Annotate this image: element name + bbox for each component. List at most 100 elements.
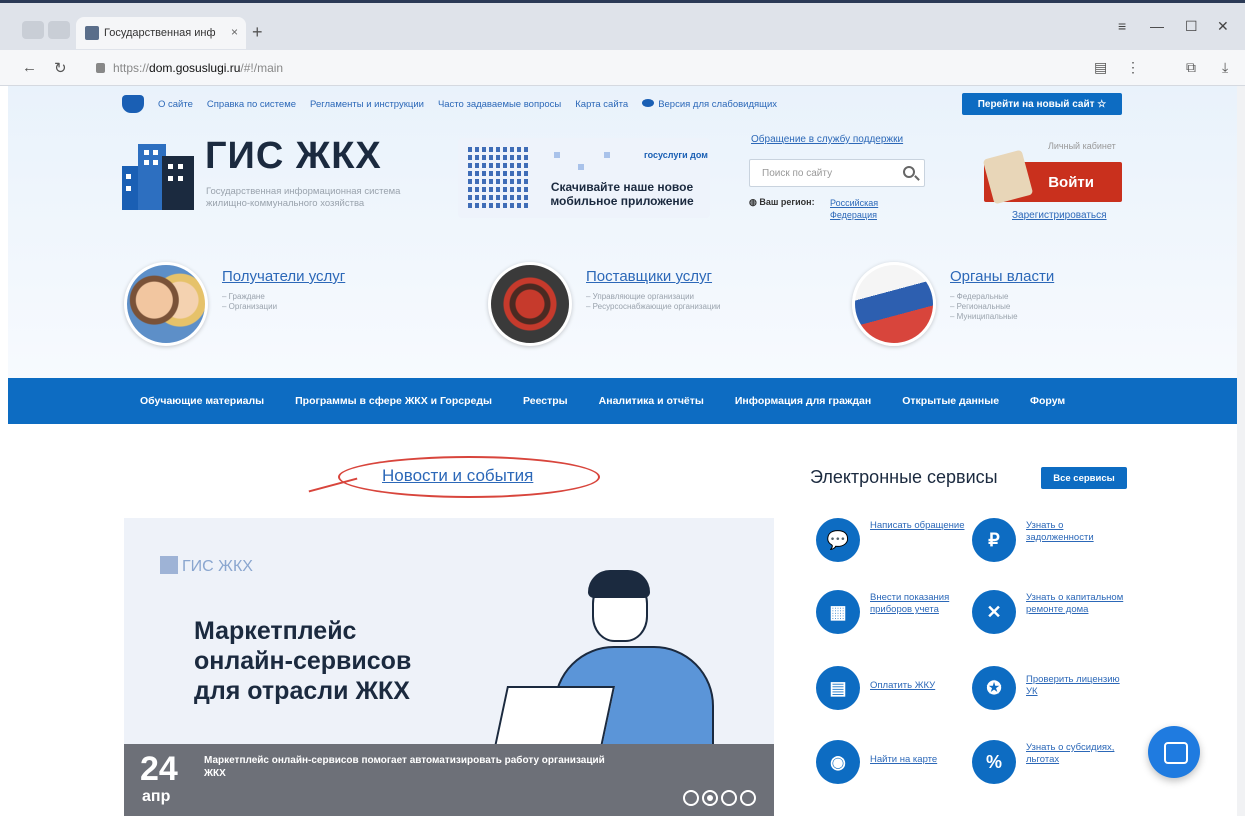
banner-logo: ГИС ЖКХ bbox=[160, 556, 253, 576]
service-subsidies[interactable]: % Узнать о субсидиях, льготах bbox=[972, 740, 1132, 790]
reload-icon[interactable]: ↻ bbox=[54, 59, 67, 77]
audience-title[interactable]: Поставщики услуг bbox=[586, 268, 712, 285]
support-link[interactable]: Обращение в службу поддержки bbox=[751, 134, 903, 145]
illustration-hair bbox=[588, 570, 650, 598]
nav-citizens-info[interactable]: Информация для граждан bbox=[735, 395, 871, 407]
mobile-app-promo[interactable]: госуслуги дом Скачивайте наше новое моби… bbox=[458, 138, 710, 218]
nav-analytics[interactable]: Аналитика и отчёты bbox=[599, 395, 704, 407]
audience-item: – Федеральные bbox=[950, 292, 1009, 301]
register-link[interactable]: Зарегистрироваться bbox=[1012, 210, 1107, 221]
topnav-link-sitemap[interactable]: Карта сайта bbox=[575, 99, 628, 110]
login-button[interactable]: Войти bbox=[982, 149, 1122, 205]
news-month: апр bbox=[142, 788, 171, 805]
page-scrollbar[interactable] bbox=[1237, 86, 1245, 816]
webpage: О сайте Справка по системе Регламенты и … bbox=[8, 86, 1237, 816]
search-icon[interactable] bbox=[903, 166, 915, 178]
topnav-link-help[interactable]: Справка по системе bbox=[207, 99, 296, 110]
eye-icon bbox=[642, 98, 655, 107]
audience-item: – Муниципальные bbox=[950, 312, 1018, 321]
chat-widget-button[interactable] bbox=[1148, 726, 1200, 778]
tab-actions-icon[interactable]: ≡ bbox=[1118, 18, 1126, 34]
service-debt[interactable]: ₽ Узнать о задолженности bbox=[972, 518, 1132, 568]
carousel-dot-active[interactable] bbox=[702, 790, 718, 806]
new-tab-button[interactable]: + bbox=[252, 22, 263, 43]
more-menu-icon[interactable]: ⋮ bbox=[1126, 59, 1140, 76]
service-label: Узнать о задолженности bbox=[1026, 520, 1094, 543]
site-search-input[interactable]: Поиск по сайту bbox=[749, 159, 925, 187]
service-capital-repair[interactable]: ✕ Узнать о капитальном ремонте дома bbox=[972, 590, 1132, 640]
audience-providers[interactable]: Поставщики услуг – Управляющие организац… bbox=[488, 262, 788, 352]
nav-open-data[interactable]: Открытые данные bbox=[902, 395, 999, 407]
promo-decor bbox=[604, 152, 610, 158]
tab-menu-icon[interactable] bbox=[22, 21, 44, 39]
services-title: Электронные сервисы bbox=[810, 467, 998, 487]
site-favicon-icon bbox=[85, 26, 99, 40]
topnav-link-about[interactable]: О сайте bbox=[158, 99, 193, 110]
audience-items: – Федеральные – Региональные – Муниципал… bbox=[950, 292, 1018, 322]
audience-authorities[interactable]: Органы власти – Федеральные – Региональн… bbox=[852, 262, 1152, 352]
browser-tab[interactable]: Государственная инф × bbox=[76, 17, 246, 49]
recipients-photo bbox=[124, 262, 208, 346]
news-caption-text[interactable]: Маркетплейс онлайн-сервисов помогает авт… bbox=[204, 754, 624, 780]
carousel-dot[interactable] bbox=[683, 790, 699, 806]
service-check-license[interactable]: ✪ Проверить лицензию УК bbox=[972, 666, 1132, 716]
browser-window: Государственная инф × + ≡ — ☐ ✕ ← ↻ http… bbox=[0, 0, 1245, 816]
carousel-dots bbox=[683, 790, 756, 806]
all-services-button[interactable]: Все сервисы bbox=[1041, 467, 1127, 489]
gis-building-logo-icon bbox=[122, 144, 194, 210]
reader-mode-icon[interactable]: ▤ bbox=[1094, 59, 1107, 76]
russian-flag-photo bbox=[852, 262, 936, 346]
tab-strip: Государственная инф × + ≡ — ☐ ✕ bbox=[0, 0, 1245, 50]
promo-decor bbox=[554, 152, 560, 158]
nav-training-materials[interactable]: Обучающие материалы bbox=[140, 395, 264, 407]
audience-title[interactable]: Органы власти bbox=[950, 268, 1054, 285]
minimize-button[interactable]: — bbox=[1150, 18, 1164, 34]
emblem-icon bbox=[122, 95, 144, 113]
news-banner[interactable]: ГИС ЖКХ Маркетплейс онлайн-сервисов для … bbox=[124, 518, 774, 816]
url-path: /#!/main bbox=[240, 61, 284, 75]
promo-text: Скачивайте наше новое мобильное приложен… bbox=[550, 180, 694, 208]
close-window-button[interactable]: ✕ bbox=[1217, 18, 1229, 35]
accessibility-link[interactable]: Версия для слабовидящих bbox=[642, 98, 777, 110]
address-bar: ← ↻ https://dom.gosuslugi.ru/#!/main ▤ ⋮… bbox=[0, 50, 1245, 86]
audience-recipients[interactable]: Получатели услуг – Граждане – Организаци… bbox=[124, 262, 424, 352]
service-label: Написать обращение bbox=[870, 520, 965, 531]
region-selector[interactable]: Российская Федерация bbox=[830, 197, 900, 221]
nav-programs[interactable]: Программы в сфере ЖКХ и Горсреды bbox=[295, 395, 492, 407]
service-pay-utilities[interactable]: ▤ Оплатить ЖКУ bbox=[816, 666, 976, 716]
download-icon[interactable]: ⤓ bbox=[1222, 59, 1228, 76]
login-label: Войти bbox=[1048, 173, 1094, 191]
top-utility-nav: О сайте Справка по системе Регламенты и … bbox=[122, 94, 777, 114]
nav-registries[interactable]: Реестры bbox=[523, 395, 568, 407]
carousel-dot[interactable] bbox=[740, 790, 756, 806]
service-label: Узнать о субсидиях, льготах bbox=[1026, 742, 1115, 765]
news-day: 24 bbox=[140, 750, 178, 788]
ruble-icon: ₽ bbox=[972, 518, 1016, 562]
pin-icon: ◍ bbox=[749, 197, 760, 207]
nav-forum[interactable]: Форум bbox=[1030, 395, 1065, 407]
extensions-icon[interactable]: ⧉ bbox=[1186, 59, 1196, 76]
topnav-link-faq[interactable]: Часто задаваемые вопросы bbox=[438, 99, 561, 110]
meter-icon: ▦ bbox=[816, 590, 860, 634]
topnav-link-regulations[interactable]: Регламенты и инструкции bbox=[310, 99, 424, 110]
service-label: Проверить лицензию УК bbox=[1026, 674, 1120, 697]
service-meter-readings[interactable]: ▦ Внести показания приборов учета bbox=[816, 590, 976, 640]
service-find-on-map[interactable]: ◉ Найти на карте bbox=[816, 740, 976, 790]
tab-list-icon[interactable] bbox=[48, 21, 70, 39]
service-label: Узнать о капитальном ремонте дома bbox=[1026, 592, 1124, 615]
maximize-button[interactable]: ☐ bbox=[1185, 18, 1198, 35]
carousel-dot[interactable] bbox=[721, 790, 737, 806]
wallet-icon: ▤ bbox=[816, 666, 860, 710]
service-write-appeal[interactable]: 💬 Написать обращение bbox=[816, 518, 976, 568]
tab-close-icon[interactable]: × bbox=[231, 25, 238, 39]
audience-item: – Граждане bbox=[222, 292, 265, 301]
audience-item: – Ресурсоснабжающие организации bbox=[586, 302, 721, 311]
audience-title[interactable]: Получатели услуг bbox=[222, 268, 345, 285]
new-site-button[interactable]: Перейти на новый сайт ☆ bbox=[962, 93, 1122, 115]
url-host: dom.gosuslugi.ru bbox=[149, 61, 241, 75]
news-heading-link[interactable]: Новости и события bbox=[382, 466, 533, 486]
banner-logo-text: ГИС ЖКХ bbox=[182, 558, 253, 575]
site-logo-title[interactable]: ГИС ЖКХ bbox=[205, 135, 382, 178]
url-field[interactable]: https://dom.gosuslugi.ru/#!/main bbox=[96, 61, 283, 75]
back-arrow-icon[interactable]: ← bbox=[22, 59, 37, 76]
